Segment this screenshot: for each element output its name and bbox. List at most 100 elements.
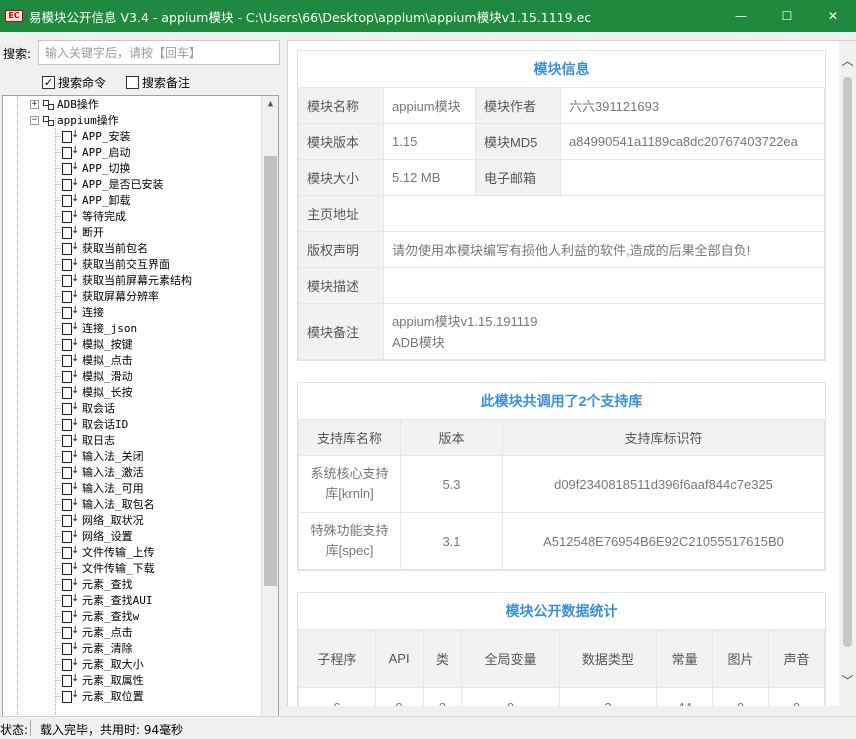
- title-bar: EC 易模块公开信息 V3.4 - appium模块 - C:\Users\66…: [0, 0, 856, 32]
- tree-command-item[interactable]: 元素_查找AUI: [55, 592, 153, 608]
- tree-command-item[interactable]: APP_是否已安装: [55, 176, 164, 192]
- tree-command-label: 文件传输_下载: [82, 562, 155, 575]
- command-icon: [61, 641, 79, 655]
- card-title: 模块信息: [533, 61, 590, 77]
- tree-command-item[interactable]: APP_安装: [55, 128, 131, 144]
- tree-command-item[interactable]: 连接: [55, 304, 104, 320]
- tree-command-item[interactable]: 获取屏幕分辨率: [55, 288, 159, 304]
- command-tree[interactable]: + ADB操作 − appium操作 APP_安装 APP_启动 APP_切换 APP…: [2, 95, 279, 738]
- tree-command-item[interactable]: 网络_设置: [55, 528, 133, 544]
- scroll-thumb[interactable]: [264, 156, 277, 586]
- table-header-row: 支持库名称 版本 支持库标识符: [298, 419, 825, 456]
- tree-command-label: APP_卸载: [82, 194, 131, 207]
- tree-command-item[interactable]: 元素_查找: [55, 576, 133, 592]
- tree-command-item[interactable]: 获取当前交互界面: [55, 256, 170, 272]
- tree-line: [17, 96, 18, 737]
- tree-command-item[interactable]: 取日志: [55, 432, 115, 448]
- detail-scrollbar[interactable]: ︿ ﹀: [839, 41, 856, 706]
- tree-group-label: ADB操作: [57, 98, 99, 111]
- stat-value: 2: [422, 687, 463, 706]
- tree-command-item[interactable]: APP_启动: [55, 144, 131, 160]
- tree-command-item[interactable]: 输入法_可用: [55, 480, 144, 496]
- tree-scrollbar[interactable]: ▲ ▼: [261, 96, 278, 737]
- tree-command-label: APP_切换: [82, 162, 131, 175]
- close-button[interactable]: ✕: [810, 0, 856, 32]
- tree-command-item[interactable]: 网络_取状况: [55, 512, 144, 528]
- command-icon: [61, 369, 79, 383]
- tree-command-item[interactable]: 元素_清除: [55, 640, 133, 656]
- tree-command-item[interactable]: 元素_查找w: [55, 608, 139, 624]
- scroll-up-icon[interactable]: ▲: [262, 96, 278, 113]
- command-icon: [61, 689, 79, 703]
- tree-command-item[interactable]: 输入法_取包名: [55, 496, 155, 512]
- tree-command-item[interactable]: 元素_取大小: [55, 656, 144, 672]
- tree-command-item[interactable]: 模拟_长按: [55, 384, 133, 400]
- table-header-row: 子程序 API 类 全局变量 数据类型 常量 图片 声音: [298, 629, 825, 688]
- tree-command-label: 取会话ID: [82, 418, 129, 431]
- tree-command-item[interactable]: 文件传输_下载: [55, 560, 155, 576]
- table-row: 系统核心支持库[krnln] 5.3 d09f2340818511d396f6a…: [298, 455, 825, 513]
- tree-command-item[interactable]: 输入法_关闭: [55, 448, 144, 464]
- command-icon: [61, 193, 79, 207]
- tree-command-label: 获取屏幕分辨率: [82, 290, 159, 303]
- info-key: 模块大小: [298, 159, 384, 196]
- tree-command-item[interactable]: 元素_点击: [55, 624, 133, 640]
- support-libs-table: 支持库名称 版本 支持库标识符 系统核心支持库[krnln] 5.3 d09f2…: [298, 419, 825, 570]
- tree-command-item[interactable]: 元素_取位置: [55, 688, 144, 704]
- column-header: 常量: [656, 629, 714, 688]
- info-value: 1.15: [383, 123, 476, 160]
- tree-command-label: 连接: [82, 306, 104, 319]
- expand-icon[interactable]: +: [30, 99, 39, 109]
- command-icon: [61, 305, 79, 319]
- card-title: 此模块共调用了2个支持库: [480, 393, 643, 409]
- minimize-button[interactable]: —: [718, 0, 764, 32]
- info-value: 5.12 MB: [383, 159, 476, 196]
- status-label: 状态:: [0, 723, 29, 737]
- tree-command-label: 输入法_关闭: [82, 450, 144, 463]
- stat-value: 0: [461, 687, 560, 706]
- tree-command-item[interactable]: 输入法_激活: [55, 464, 144, 480]
- tree-command-item[interactable]: 模拟_点击: [55, 352, 133, 368]
- command-icon: [61, 209, 79, 223]
- tree-group-adb[interactable]: + ADB操作: [30, 96, 99, 112]
- tree-command-item[interactable]: 文件传输_上传: [55, 544, 155, 560]
- command-icon: [61, 481, 79, 495]
- tree-command-item[interactable]: APP_卸载: [55, 192, 131, 208]
- tree-command-item[interactable]: 取会话: [55, 400, 115, 416]
- tree-command-item[interactable]: 模拟_按键: [55, 336, 133, 352]
- tree-group-appium[interactable]: − appium操作: [30, 112, 119, 128]
- tree-command-item[interactable]: 取会话ID: [55, 416, 129, 432]
- tree-command-item[interactable]: 获取当前屏幕元素结构: [55, 272, 192, 288]
- search-remarks-checkbox[interactable]: 搜索备注: [126, 72, 190, 92]
- lib-id: d09f2340818511d396f6aaf844c7e325: [502, 455, 825, 513]
- tree-command-item[interactable]: APP_切换: [55, 160, 131, 176]
- search-commands-checkbox[interactable]: ✓ 搜索命令: [42, 72, 106, 92]
- folder-icon: [42, 115, 54, 126]
- command-icon: [61, 385, 79, 399]
- tree-command-item[interactable]: 获取当前包名: [55, 240, 148, 256]
- command-icon: [61, 673, 79, 687]
- support-libs-card: 此模块共调用了2个支持库 支持库名称 版本 支持库标识符 系统核心支持库[krn…: [297, 382, 826, 571]
- tree-command-label: 文件传输_上传: [82, 546, 155, 559]
- scroll-thumb[interactable]: [843, 77, 852, 647]
- tree-command-item[interactable]: 断开: [55, 224, 104, 240]
- tree-command-item[interactable]: 连接_json: [55, 320, 137, 336]
- stat-value: 0: [768, 687, 825, 706]
- table-row: 模块备注 appium模块v1.15.191119 ADB模块: [298, 303, 825, 360]
- tree-command-label: 模拟_滑动: [82, 370, 133, 383]
- tree-command-item[interactable]: 等待完成: [55, 208, 126, 224]
- column-header: 支持库标识符: [502, 419, 825, 456]
- scroll-down-icon[interactable]: ﹀: [839, 671, 856, 691]
- tree-command-item[interactable]: 元素_取属性: [55, 672, 144, 688]
- table-row: 模块名称 appium模块 模块作者 六六391121693: [298, 87, 826, 124]
- collapse-icon[interactable]: −: [30, 115, 39, 125]
- search-input[interactable]: [38, 40, 280, 65]
- scroll-up-icon[interactable]: ︿: [839, 51, 856, 71]
- table-row: 模块大小 5.12 MB 电子邮箱: [298, 159, 826, 196]
- folder-icon: [42, 99, 54, 110]
- column-header: 类: [422, 629, 463, 688]
- tree-command-label: 元素_点击: [82, 626, 133, 639]
- tree-command-label: 模拟_按键: [82, 338, 133, 351]
- maximize-button[interactable]: ☐: [764, 0, 810, 32]
- tree-command-item[interactable]: 模拟_滑动: [55, 368, 133, 384]
